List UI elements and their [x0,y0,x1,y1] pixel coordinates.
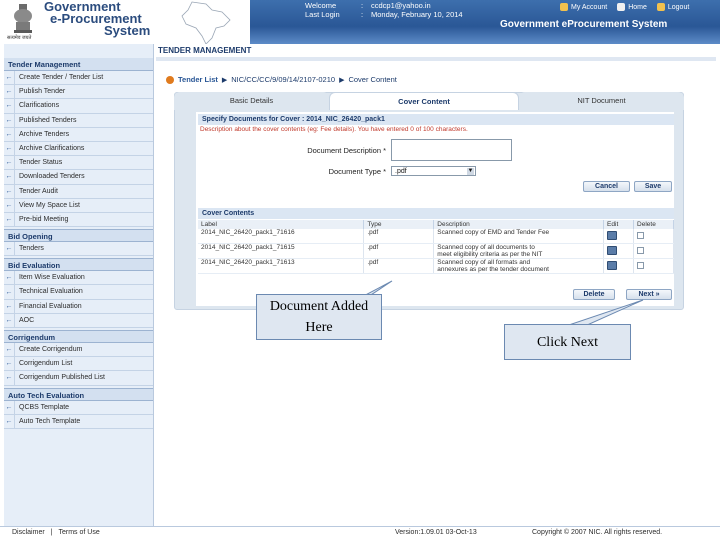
callout-click-next: Click Next [504,324,631,360]
terms-of-use-link[interactable]: Terms of Use [59,529,100,536]
callout-arrows [299,280,644,329]
callout-document-added-line1: Document Added [269,299,369,314]
callout-document-added: Document Added Here [256,294,382,340]
footer: Disclaimer | Terms of Use Version:1.09.0… [0,526,720,540]
footer-separator: | [50,529,53,536]
callout-document-added-line2: Here [305,320,333,335]
copyright-text: Copyright © 2007 NIC. All rights reserve… [532,529,663,536]
disclaimer-link[interactable]: Disclaimer [12,529,45,536]
footer-links: Disclaimer | Terms of Use [12,529,100,536]
version-text: Version:1.09.01 03-Oct-13 [395,529,477,536]
